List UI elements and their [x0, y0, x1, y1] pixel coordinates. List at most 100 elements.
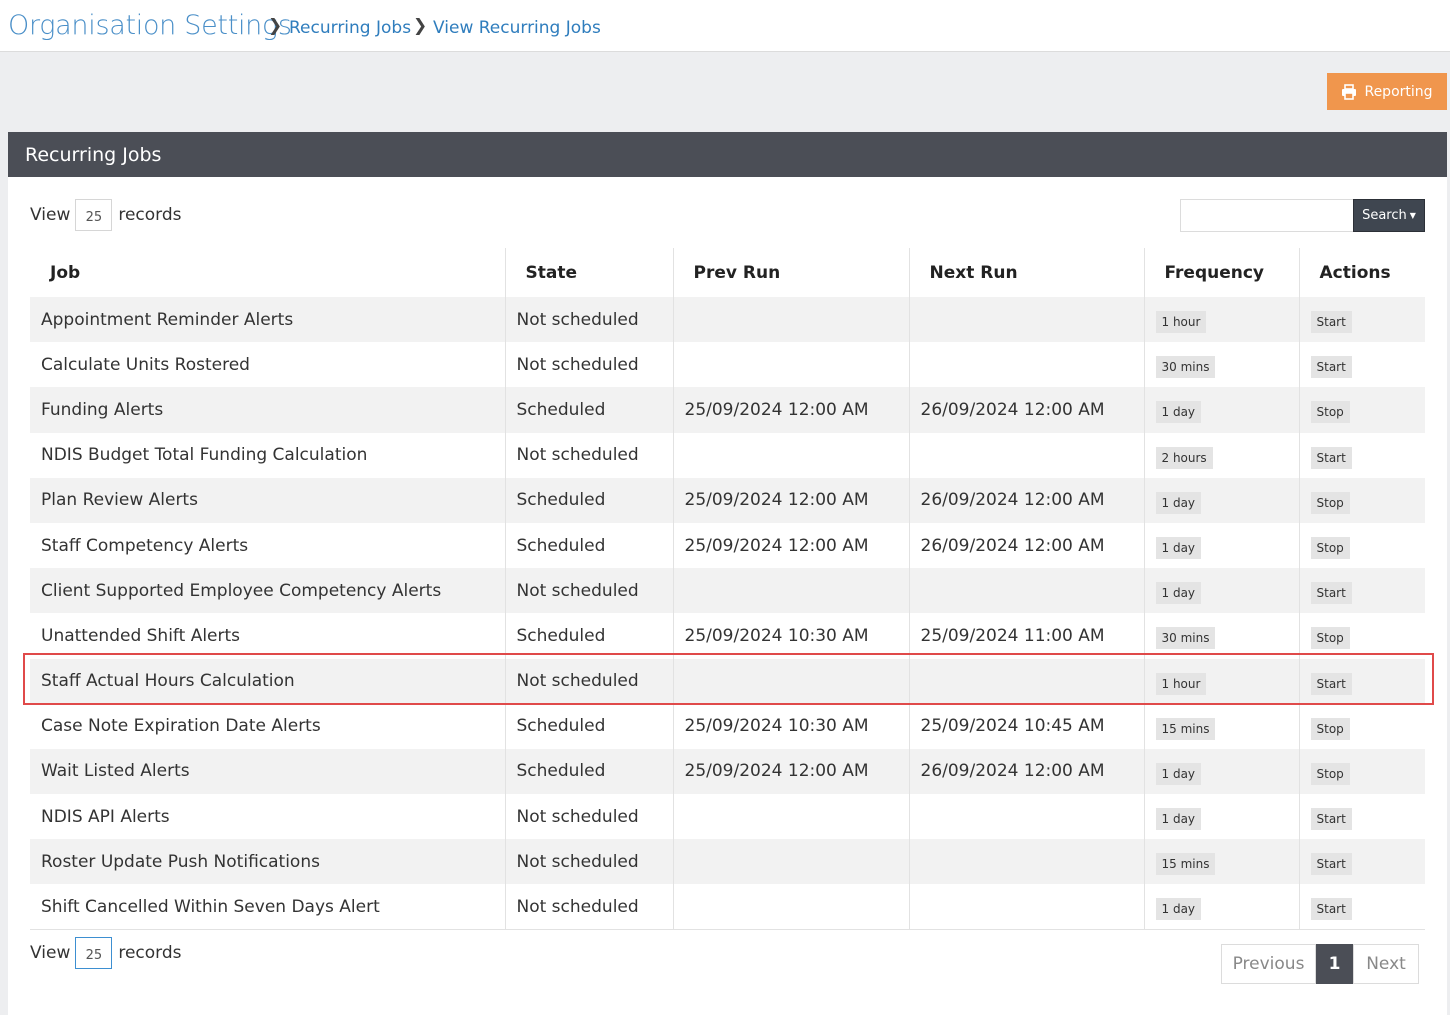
frequency-cell: 2 hours — [1143, 432, 1299, 478]
actions-cell: Stop — [1298, 703, 1425, 749]
next-run-cell — [908, 342, 1144, 388]
job-cell: NDIS Budget Total Funding Calculation — [41, 445, 368, 466]
page-length-select[interactable]: 25 — [75, 199, 113, 231]
prev-run-cell — [672, 432, 909, 478]
chevron-right-icon: ❯ — [413, 16, 428, 36]
column-header-prev-run[interactable]: Prev Run — [672, 248, 909, 297]
frequency-badge: 1 day — [1155, 491, 1202, 514]
start-button[interactable]: Start — [1310, 853, 1352, 876]
breadcrumb-view-recurring-jobs[interactable]: View Recurring Jobs — [433, 18, 601, 38]
page-length-select[interactable]: 25 — [75, 937, 113, 969]
actions-cell: Start — [1298, 839, 1425, 885]
start-button[interactable]: Start — [1310, 446, 1352, 469]
actions-cell: Start — [1298, 794, 1425, 840]
stop-button[interactable]: Stop — [1310, 491, 1350, 514]
stop-button[interactable]: Stop — [1310, 717, 1350, 740]
column-header-state[interactable]: State — [504, 248, 673, 297]
stop-button[interactable]: Stop — [1310, 627, 1350, 650]
frequency-cell: 1 hour — [1143, 297, 1299, 343]
table-row: Roster Update Push Notifications Not sche… — [30, 839, 1425, 885]
current-page-button[interactable]: 1 — [1316, 944, 1353, 984]
frequency-badge: 1 day — [1155, 401, 1202, 424]
table-row: Staff Actual Hours Calculation Not schedu… — [30, 658, 1425, 704]
table-row: NDIS API Alerts Not scheduled 1 day Start — [30, 794, 1425, 840]
search-button[interactable]: Search ▼ — [1353, 199, 1425, 232]
stop-button[interactable]: Stop — [1310, 762, 1350, 785]
column-header-frequency[interactable]: Frequency — [1143, 248, 1299, 297]
prev-run-cell — [672, 568, 909, 614]
prev-run-cell: 25/09/2024 12:00 AM — [672, 748, 909, 795]
start-button[interactable]: Start — [1310, 356, 1352, 379]
actions-cell: Start — [1298, 658, 1425, 704]
column-header-next-run[interactable]: Next Run — [908, 248, 1144, 297]
search-input[interactable] — [1180, 199, 1354, 232]
stop-button[interactable]: Stop — [1310, 401, 1350, 424]
frequency-cell: 1 hour — [1143, 658, 1299, 704]
start-button[interactable]: Start — [1310, 311, 1352, 334]
prev-run-cell — [672, 884, 909, 931]
breadcrumb-recurring-jobs[interactable]: Recurring Jobs — [289, 18, 411, 38]
start-button[interactable]: Start — [1310, 672, 1352, 695]
length-prefix: View — [30, 205, 71, 225]
prev-run-cell: 25/09/2024 12:00 AM — [672, 387, 909, 433]
next-run-cell: 26/09/2024 12:00 AM — [908, 477, 1144, 523]
state-cell: Scheduled — [504, 613, 673, 659]
frequency-badge: 30 mins — [1155, 356, 1216, 379]
stop-button[interactable]: Stop — [1310, 537, 1350, 560]
table-header-row: Job State Prev Run Next Run Frequency Ac… — [30, 248, 1425, 297]
state-cell: Not scheduled — [504, 432, 673, 478]
frequency-cell: 1 day — [1143, 884, 1299, 931]
actions-cell: Start — [1298, 432, 1425, 478]
frequency-cell: 1 day — [1143, 568, 1299, 614]
length-prefix: View — [30, 943, 71, 963]
actions-cell: Stop — [1298, 387, 1425, 433]
start-button[interactable]: Start — [1310, 898, 1352, 921]
length-selector-bottom: View 25 records — [30, 937, 182, 969]
start-button[interactable]: Start — [1310, 808, 1352, 831]
job-cell: Roster Update Push Notifications — [30, 839, 505, 885]
job-cell: NDIS API Alerts — [41, 806, 170, 827]
state-cell: Scheduled — [504, 748, 673, 795]
table-row: Calculate Units Rostered Not scheduled 30 … — [30, 342, 1425, 388]
prev-run-cell — [672, 794, 909, 840]
table-row: Client Supported Employee Competency Ale… — [30, 568, 1425, 614]
prev-run-cell — [672, 342, 909, 388]
previous-page-button[interactable]: Previous — [1221, 944, 1316, 984]
frequency-badge: 1 day — [1155, 898, 1202, 921]
actions-cell: Stop — [1298, 748, 1425, 795]
state-cell: Not scheduled — [504, 884, 673, 931]
table-row: Shift Cancelled Within Seven Days Alert N… — [30, 884, 1425, 931]
reporting-button[interactable]: Reporting — [1327, 73, 1447, 110]
frequency-badge: 1 hour — [1155, 672, 1207, 695]
prev-run-cell: 25/09/2024 12:00 AM — [672, 522, 909, 569]
frequency-cell: 1 day — [1143, 522, 1299, 569]
frequency-cell: 15 mins — [1143, 703, 1299, 749]
column-header-actions: Actions — [1298, 248, 1425, 297]
frequency-badge: 1 day — [1155, 537, 1202, 560]
frequency-cell: 1 day — [1143, 794, 1299, 840]
length-suffix: records — [118, 205, 182, 225]
length-suffix: records — [118, 943, 182, 963]
frequency-cell: 1 day — [1143, 477, 1299, 523]
job-cell: Shift Cancelled Within Seven Days Alert — [30, 884, 505, 931]
frequency-badge: 15 mins — [1155, 853, 1216, 876]
start-button[interactable]: Start — [1310, 582, 1352, 605]
table-row: Wait Listed Alerts Scheduled 25/09/2024 12… — [30, 748, 1425, 795]
actions-cell: Stop — [1298, 613, 1425, 659]
state-cell: Scheduled — [504, 477, 673, 523]
next-run-cell — [908, 839, 1144, 885]
next-page-button[interactable]: Next — [1353, 944, 1419, 984]
reporting-label: Reporting — [1364, 83, 1433, 100]
column-header-job[interactable]: Job — [30, 248, 505, 297]
job-cell: Appointment Reminder Alerts — [30, 297, 505, 343]
job-cell: Calculate Units Rostered — [41, 354, 250, 375]
search-button-label: Search — [1362, 208, 1407, 223]
state-cell: Scheduled — [504, 703, 673, 749]
frequency-badge: 2 hours — [1155, 446, 1213, 469]
next-run-cell — [908, 432, 1144, 478]
chevron-right-icon: ❯ — [268, 16, 283, 36]
state-cell: Not scheduled — [504, 297, 673, 343]
state-cell: Not scheduled — [504, 839, 673, 885]
next-run-cell — [908, 297, 1144, 343]
jobs-table: Job State Prev Run Next Run Frequency Ac… — [30, 248, 1425, 931]
